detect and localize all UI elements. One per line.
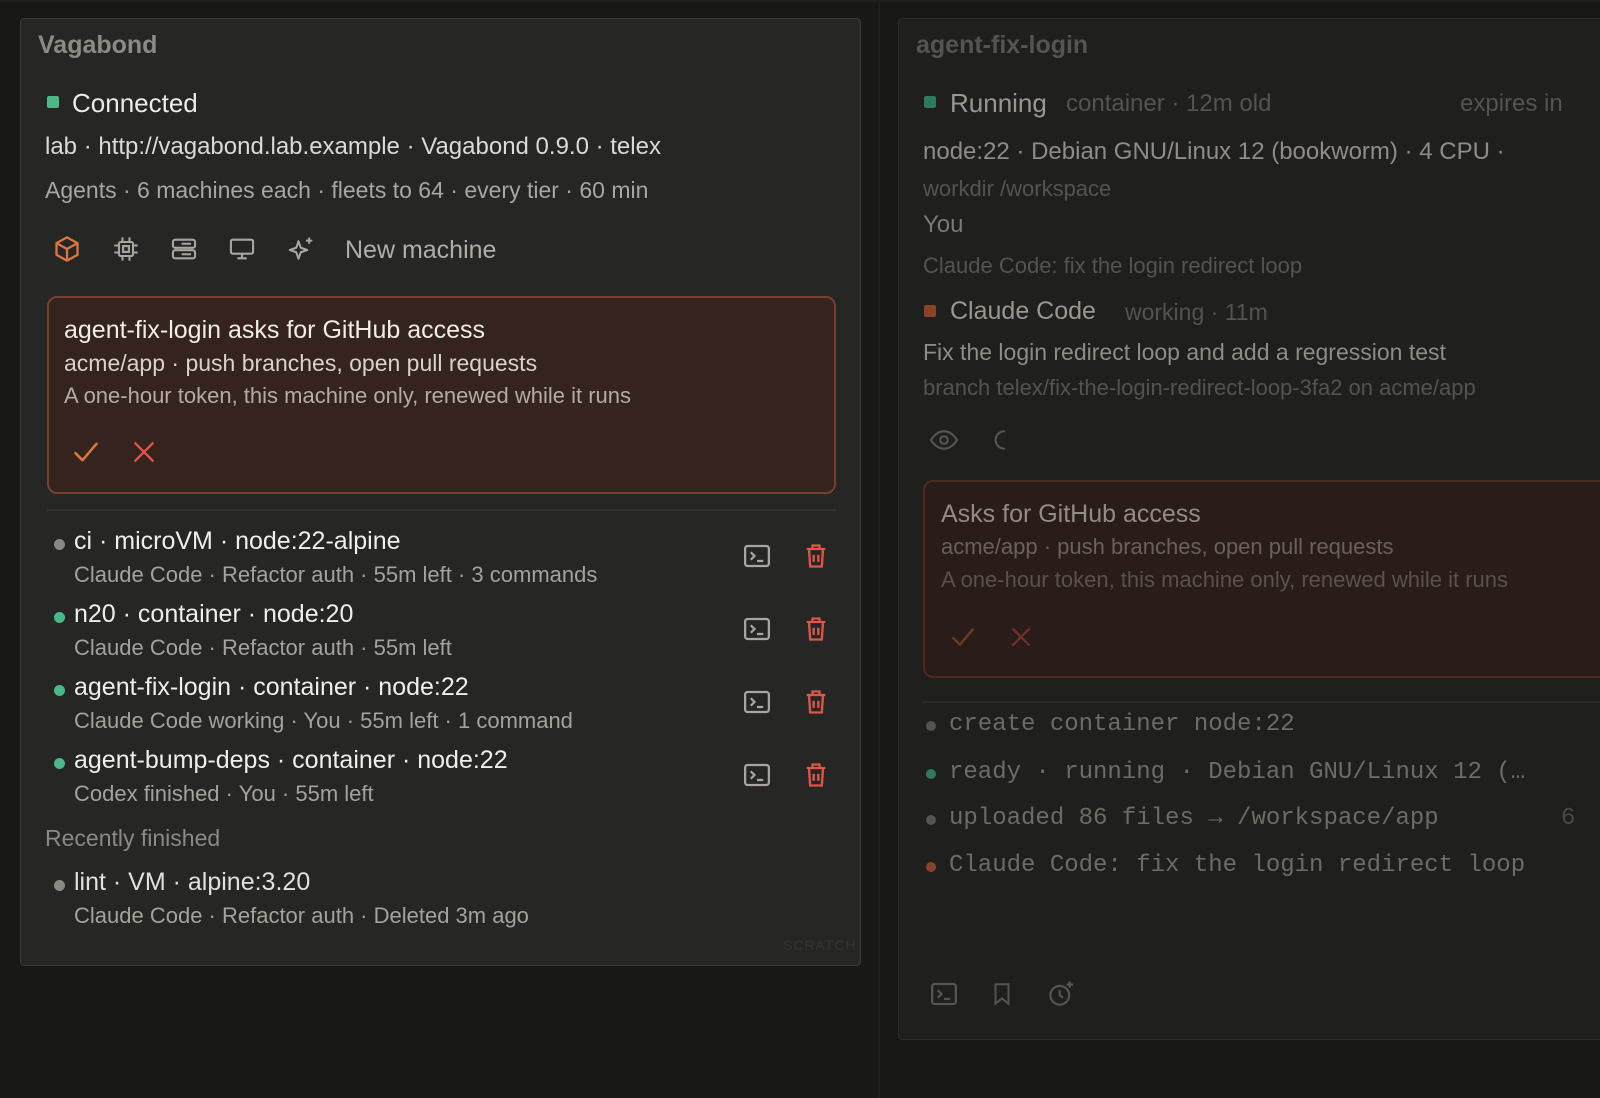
panel-title: Vagabond bbox=[38, 31, 158, 59]
machine-detail-panel: agent-fix-login Running container · 12m … bbox=[898, 18, 1600, 1040]
connected-status-icon bbox=[47, 96, 59, 108]
terminal-icon[interactable] bbox=[742, 760, 772, 790]
finished-machine-subtitle: Claude Code · Refactor auth · Deleted 3m… bbox=[74, 903, 529, 928]
server-info: lab · http://vagabond.lab.example · Vaga… bbox=[45, 133, 661, 160]
connection-status: Connected bbox=[72, 88, 198, 118]
log-entry: ready · running · Debian GNU/Linux 12 (… bbox=[949, 759, 1526, 786]
new-machine-button[interactable]: New machine bbox=[345, 236, 496, 265]
bookmark-icon[interactable] bbox=[989, 979, 1015, 1009]
machine-status: Running bbox=[950, 88, 1047, 118]
terminal-icon[interactable] bbox=[742, 687, 772, 717]
workdir-info: workdir /workspace bbox=[923, 176, 1112, 201]
status-dot bbox=[54, 758, 65, 769]
machine-status-meta: container · 12m old bbox=[1066, 90, 1272, 117]
cube-icon[interactable] bbox=[53, 235, 81, 263]
log-dot bbox=[926, 721, 936, 731]
recently-finished-heading: Recently finished bbox=[45, 825, 221, 851]
log-dot bbox=[926, 769, 936, 779]
agent-status-icon bbox=[924, 305, 936, 317]
log-dot bbox=[926, 815, 936, 825]
log-entry: uploaded 86 files → /workspace/app bbox=[949, 805, 1439, 832]
github-access-request: Asks for GitHub access acme/app · push b… bbox=[923, 480, 1600, 678]
machine-title[interactable]: agent-bump-deps · container · node:22 bbox=[74, 746, 508, 775]
machine-subtitle: Claude Code · Refactor auth · 55m left bbox=[74, 635, 452, 660]
running-status-icon bbox=[924, 96, 936, 108]
machine-subtitle: Claude Code working · You · 55m left · 1… bbox=[74, 708, 573, 733]
bg-line bbox=[878, 0, 880, 1098]
sparkle-icon[interactable] bbox=[286, 235, 316, 265]
status-dot bbox=[54, 685, 65, 696]
image-info: node:22 · Debian GNU/Linux 12 (bookworm)… bbox=[923, 138, 1505, 165]
machine-title[interactable]: n20 · container · node:20 bbox=[74, 600, 353, 629]
divider bbox=[47, 509, 836, 511]
status-dot bbox=[54, 880, 65, 891]
agent-name: Claude Code bbox=[950, 297, 1096, 325]
request-scope: acme/app · push branches, open pull requ… bbox=[64, 350, 538, 376]
machine-title[interactable]: agent-fix-login · container · node:22 bbox=[74, 673, 469, 702]
expires-label: expires in bbox=[1460, 90, 1563, 117]
log-dot bbox=[926, 862, 936, 872]
monitor-icon[interactable] bbox=[228, 235, 256, 263]
github-access-request: agent-fix-login asks for GitHub access a… bbox=[47, 296, 836, 494]
loading-spinner-icon bbox=[987, 425, 1013, 455]
terminal-icon[interactable] bbox=[742, 614, 772, 644]
bg-line bbox=[0, 0, 1600, 2]
owner-label: You bbox=[923, 211, 964, 238]
log-fragment: 6 bbox=[1561, 805, 1576, 832]
branch-info: branch telex/fix-the-login-redirect-loop… bbox=[923, 375, 1476, 400]
machine-subtitle: Codex finished · You · 55m left bbox=[74, 781, 374, 806]
request-scope: acme/app · push branches, open pull requ… bbox=[941, 534, 1394, 559]
eye-icon[interactable] bbox=[929, 425, 959, 455]
trash-icon[interactable] bbox=[802, 541, 830, 571]
terminal-icon[interactable] bbox=[929, 979, 959, 1009]
trash-icon[interactable] bbox=[802, 687, 830, 717]
detail-title: agent-fix-login bbox=[916, 31, 1089, 59]
log-entry: Claude Code: fix the login redirect loop bbox=[949, 852, 1526, 879]
watermark: SCRATCH bbox=[783, 937, 857, 953]
divider bbox=[923, 701, 1600, 703]
request-title: agent-fix-login asks for GitHub access bbox=[64, 316, 486, 344]
terminal-icon[interactable] bbox=[742, 541, 772, 571]
timer-add-icon[interactable] bbox=[1046, 979, 1076, 1009]
approve-check-icon[interactable] bbox=[949, 624, 977, 650]
finished-machine-title[interactable]: lint · VM · alpine:3.20 bbox=[74, 868, 310, 897]
status-dot bbox=[54, 612, 65, 623]
request-detail: A one-hour token, this machine only, ren… bbox=[941, 567, 1509, 592]
approve-check-icon[interactable] bbox=[71, 438, 101, 466]
request-detail: A one-hour token, this machine only, ren… bbox=[64, 383, 632, 408]
machine-subtitle: Claude Code · Refactor auth · 55m left ·… bbox=[74, 562, 598, 587]
trash-icon[interactable] bbox=[802, 760, 830, 790]
log-entry: create container node:22 bbox=[949, 711, 1295, 738]
status-dot bbox=[54, 539, 65, 550]
request-title: Asks for GitHub access bbox=[941, 500, 1201, 528]
agent-meta: working · 11m bbox=[1125, 299, 1268, 325]
deny-x-icon[interactable] bbox=[1009, 625, 1033, 649]
trash-icon[interactable] bbox=[802, 614, 830, 644]
deny-x-icon[interactable] bbox=[131, 439, 157, 465]
server-icon[interactable] bbox=[170, 235, 198, 263]
agent-task: Fix the login redirect loop and add a re… bbox=[923, 339, 1446, 365]
vagabond-panel: Vagabond Connected lab · http://vagabond… bbox=[20, 18, 861, 966]
limits-info: Agents · 6 machines each · fleets to 64 … bbox=[45, 177, 649, 203]
cpu-chip-icon[interactable] bbox=[112, 235, 140, 263]
machine-title[interactable]: ci · microVM · node:22-alpine bbox=[74, 527, 401, 556]
task-label: Claude Code: fix the login redirect loop bbox=[923, 253, 1303, 278]
